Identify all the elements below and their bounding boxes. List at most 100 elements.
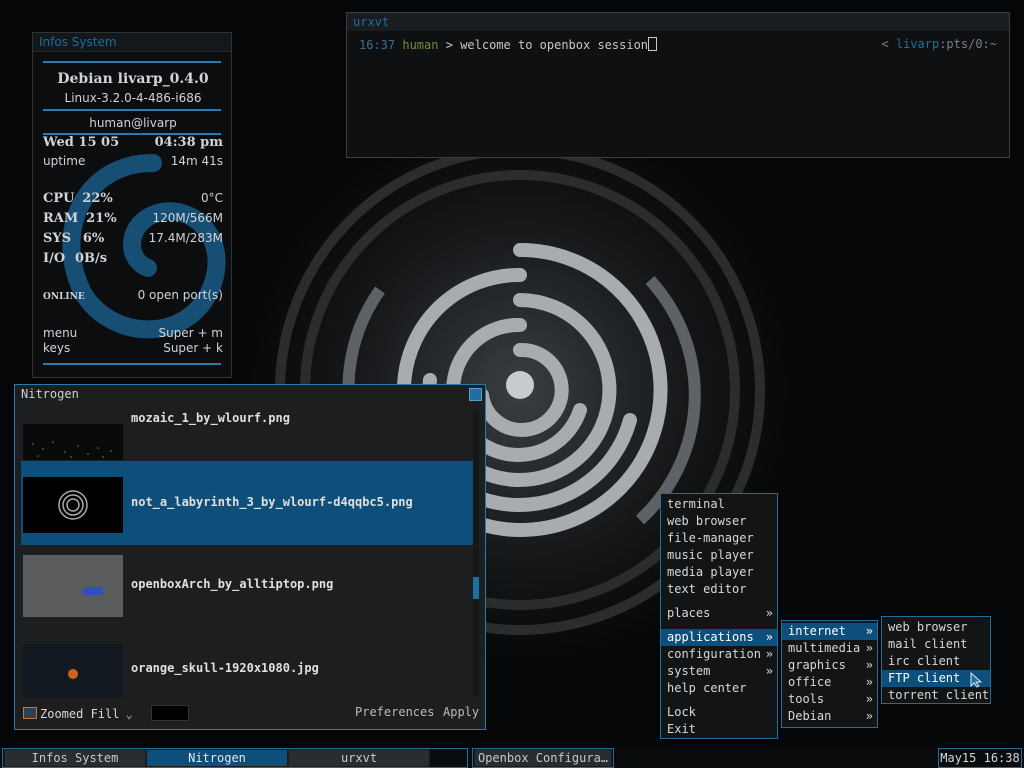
menu-item-web-browser[interactable]: web browser: [882, 619, 990, 636]
preferences-button[interactable]: Preferences: [355, 705, 434, 719]
file-name: orange_skull-1920x1080.jpg: [131, 661, 319, 675]
menu-item-help-center[interactable]: help center: [661, 680, 777, 697]
conky-cpu-label: CPU: [43, 191, 75, 206]
file-name: not_a_labyrinth_3_by_wlourf-d4qqbc5.png: [131, 495, 413, 509]
conky-io-row: I/O 0B/s: [43, 251, 223, 266]
menu-item-tools[interactable]: tools »: [782, 691, 877, 708]
thumbnail-openbox-arch: [23, 555, 123, 617]
conky-user-host: human@livarp: [89, 116, 177, 130]
menu-item-mail-client[interactable]: mail client: [882, 636, 990, 653]
task-nitrogen[interactable]: Nitrogen: [146, 749, 288, 767]
menu-item-web-browser[interactable]: web browser: [661, 513, 777, 530]
menu-item-label: system: [667, 664, 711, 678]
clock[interactable]: May15 16:38: [938, 748, 1022, 768]
menu-item-configuration[interactable]: configuration »: [661, 646, 777, 663]
zoom-mode-select[interactable]: Zoomed Fill ⌄: [23, 705, 133, 723]
rprompt-open: <: [881, 37, 889, 51]
openbox-root-menu[interactable]: terminal web browser file-manager music …: [660, 493, 778, 739]
list-item[interactable]: orange_skull-1920x1080.jpg: [21, 629, 473, 697]
conky-distro: Debian livarp_0.4.0: [57, 71, 209, 87]
menu-item-label: internet: [788, 624, 846, 638]
list-scrollbar[interactable]: [473, 409, 479, 697]
list-item[interactable]: mozaic_1_by_wlourf.png: [21, 409, 473, 469]
terminal-cursor: [648, 37, 658, 51]
menu-item-label: configuration: [667, 647, 761, 661]
submenu-arrow-icon: »: [765, 664, 773, 678]
nitrogen-window[interactable]: Nitrogen mozaic_1_by_wlourf.png not_a_la…: [14, 384, 486, 730]
menu-item-label: office: [788, 675, 832, 689]
menu-item-label: Debian: [788, 709, 832, 723]
terminal-right-prompt: < livarp:pts/0:~: [881, 37, 997, 51]
task-urxvt[interactable]: urxvt: [288, 749, 430, 767]
conky-uptime-row: uptime 14m 41s: [43, 154, 223, 168]
apply-button[interactable]: Apply: [443, 705, 479, 719]
conky-time: 04:38 pm: [154, 135, 223, 150]
conky-io-value: 0B/s: [74, 251, 108, 266]
wallpaper-list[interactable]: mozaic_1_by_wlourf.png not_a_labyrinth_3…: [21, 409, 473, 697]
conky-ram-value: 21%: [86, 211, 117, 226]
file-name: mozaic_1_by_wlourf.png: [131, 411, 290, 425]
conky-menu-keys: Super + m: [158, 326, 223, 340]
submenu-arrow-icon: »: [765, 630, 773, 644]
conky-keys-keys: Super + k: [163, 341, 223, 355]
chevron-down-icon: ⌄: [125, 707, 133, 721]
submenu-arrow-icon: »: [865, 658, 873, 672]
menu-item-internet[interactable]: internet »: [782, 623, 877, 640]
conky-date: Wed 15 05: [43, 135, 120, 150]
close-icon[interactable]: [469, 388, 482, 401]
menu-item-music-player[interactable]: music player: [661, 547, 777, 564]
submenu-arrow-icon: »: [865, 624, 873, 638]
submenu-arrow-icon: »: [765, 606, 773, 620]
menu-item-multimedia[interactable]: multimedia »: [782, 640, 877, 657]
list-item[interactable]: openboxArch_by_alltiptop.png: [21, 545, 473, 629]
nitrogen-titlebar[interactable]: Nitrogen: [15, 385, 485, 403]
terminal-prompt-line[interactable]: 16:37 human > welcome to openbox session: [359, 37, 658, 52]
conky-kernel: Linux-3.2.0-4-486-i686: [64, 91, 202, 105]
terminal-titlebar[interactable]: urxvt: [347, 13, 1009, 31]
menu-item-graphics[interactable]: graphics »: [782, 657, 877, 674]
internet-submenu[interactable]: web browser mail client irc client FTP c…: [881, 616, 991, 704]
menu-item-debian[interactable]: Debian »: [782, 708, 877, 725]
menu-item-terminal[interactable]: terminal: [661, 496, 777, 513]
rprompt-rest: :pts/0:~: [939, 37, 997, 51]
rprompt-host: livarp: [895, 37, 940, 51]
task-openbox-configuration[interactable]: Openbox Configura…: [474, 749, 612, 767]
menu-item-file-manager[interactable]: file-manager: [661, 530, 777, 547]
menu-item-label: tools: [788, 692, 825, 706]
menu-item-applications[interactable]: applications »: [661, 629, 777, 646]
menu-item-label: applications: [667, 630, 754, 644]
menu-item-exit[interactable]: Exit: [661, 721, 777, 738]
conky-sys-row: SYS 6% 17.4M/283M: [43, 231, 223, 246]
menu-item-office[interactable]: office »: [782, 674, 877, 691]
menu-item-places[interactable]: places »: [661, 605, 777, 622]
conky-ram-label: RAM: [43, 211, 79, 226]
conky-sys-usage: 17.4M/283M: [148, 231, 223, 245]
conky-sys-value: 6%: [82, 231, 105, 246]
terminal-window[interactable]: urxvt 16:37 human > welcome to openbox s…: [346, 12, 1010, 158]
submenu-arrow-icon: »: [865, 692, 873, 706]
prompt-separator: >: [445, 38, 453, 52]
conky-net-value: 0 open port(s): [137, 288, 223, 302]
conky-ram-row: RAM 21% 120M/566M: [43, 211, 223, 226]
applications-submenu[interactable]: internet» multimedia» graphics» office» …: [781, 620, 878, 728]
task-infos-system[interactable]: Infos System: [4, 749, 146, 767]
conky-system-info: Infos System Debian livarp_0.4.0 Linux-3…: [32, 32, 232, 378]
conky-uptime-label: uptime: [43, 154, 86, 168]
mouse-pointer-icon: [970, 672, 982, 688]
menu-item-text-editor[interactable]: text editor: [661, 581, 777, 598]
prompt-user: human: [402, 38, 439, 52]
list-item-selected[interactable]: not_a_labyrinth_3_by_wlourf-d4qqbc5.png: [21, 461, 473, 545]
menu-item-torrent-client[interactable]: torrent client: [882, 687, 990, 704]
conky-cpu-value: 22%: [82, 191, 113, 206]
background-color-button[interactable]: [151, 705, 189, 721]
menu-item-label: multimedia: [788, 641, 861, 655]
scrollbar-thumb[interactable]: [473, 577, 479, 599]
conky-io-label: I/O: [43, 251, 66, 266]
conky-cpu-row: CPU 22% 0°C: [43, 191, 223, 206]
menu-item-lock[interactable]: Lock: [661, 704, 777, 721]
conky-menu-row: menu Super + m: [43, 326, 223, 340]
menu-item-media-player[interactable]: media player: [661, 564, 777, 581]
conky-menu-label: menu: [43, 326, 78, 340]
menu-item-system[interactable]: system »: [661, 663, 777, 680]
menu-item-irc-client[interactable]: irc client: [882, 653, 990, 670]
